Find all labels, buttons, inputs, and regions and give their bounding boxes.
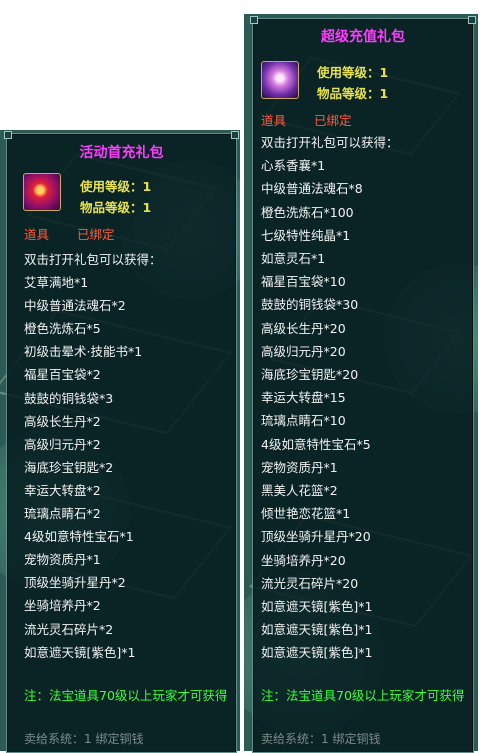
reward-item: 福星百宝袋*10 bbox=[261, 274, 346, 290]
reward-item: 流光灵石碎片*20 bbox=[261, 575, 359, 591]
reward-item: 艾草满地*1 bbox=[24, 275, 89, 291]
level-info: 使用等级：1 物品等级：1 bbox=[80, 176, 151, 218]
reward-item: 如意遮天镜[紫色]*1 bbox=[24, 644, 136, 660]
reward-item: 如意遮天镜[紫色]*1 bbox=[261, 599, 373, 615]
item-tags: 道具 已绑定 bbox=[24, 224, 143, 243]
reward-item: 如意灵石*1 bbox=[261, 251, 326, 267]
level-info: 使用等级：1 物品等级：1 bbox=[317, 62, 388, 104]
red-gift-box-icon bbox=[23, 173, 61, 211]
reward-intro: 双击打开礼包可以获得： bbox=[24, 252, 162, 267]
tooltip-title: 超级充值礼包 bbox=[321, 29, 405, 45]
reward-list: 双击打开礼包可以获得： 艾草满地*1 中级普通法魂石*2 橙色洗炼石*5 初级击… bbox=[24, 248, 162, 664]
use-level: 使用等级：1 bbox=[80, 179, 152, 194]
reward-item: 高级归元丹*2 bbox=[24, 436, 101, 452]
reward-item: 初级击晕术·技能书*1 bbox=[24, 344, 143, 360]
reward-item: 如意遮天镜[紫色]*1 bbox=[261, 645, 373, 661]
reward-item: 流光灵石碎片*2 bbox=[24, 621, 114, 637]
reward-item: 琉璃点睛石*2 bbox=[24, 506, 101, 522]
reward-item: 橙色洗炼石*100 bbox=[261, 204, 354, 220]
item-type-tag: 道具 bbox=[261, 113, 287, 128]
reward-item: 倾世艳恋花篮*1 bbox=[261, 506, 351, 522]
corner-ornament-icon bbox=[468, 16, 476, 24]
purple-gift-box-icon bbox=[261, 61, 299, 99]
corner-ornament-icon bbox=[250, 16, 258, 24]
reward-item: 高级长生丹*2 bbox=[24, 413, 101, 429]
corner-ornament-icon bbox=[4, 131, 12, 139]
bound-tag: 已绑定 bbox=[77, 227, 115, 242]
gift-pack-tooltip-first-charge: 活动首充礼包 使用等级：1 物品等级：1 道具 已绑定 双击打开礼包可以获得： 艾… bbox=[4, 131, 239, 753]
sell-price: 卖给系统：1 绑定铜钱 bbox=[261, 732, 381, 746]
item-level: 物品等级：1 bbox=[317, 86, 389, 101]
item-tags: 道具 已绑定 bbox=[261, 110, 380, 129]
reward-item: 心系香襄*1 bbox=[261, 158, 326, 174]
reward-item: 宠物资质丹*1 bbox=[24, 552, 101, 568]
sell-price: 卖给系统：1 绑定铜钱 bbox=[24, 732, 144, 746]
reward-item: 海底珍宝钥匙*20 bbox=[261, 367, 359, 383]
reward-item: 顶级坐骑升星丹*2 bbox=[24, 575, 126, 591]
reward-item: 七级特性纯晶*1 bbox=[261, 227, 351, 243]
reward-item: 4级如意特性宝石*1 bbox=[24, 529, 134, 545]
reward-item: 中级普通法魂石*8 bbox=[261, 181, 363, 197]
gift-pack-tooltip-super-recharge: 超级充值礼包 使用等级：1 物品等级：1 道具 已绑定 双击打开礼包可以获得： 心… bbox=[250, 16, 476, 753]
reward-item: 中级普通法魂石*2 bbox=[24, 298, 126, 314]
tooltip-title: 活动首充礼包 bbox=[79, 145, 164, 161]
reward-item: 坐骑培养丹*2 bbox=[24, 598, 101, 614]
reward-item: 幸运大转盘*2 bbox=[24, 482, 101, 498]
corner-ornament-icon bbox=[231, 131, 239, 139]
reward-item: 鼓鼓的铜钱袋*3 bbox=[24, 390, 114, 406]
reward-item: 宠物资质丹*1 bbox=[261, 459, 338, 475]
item-level: 物品等级：1 bbox=[80, 200, 152, 215]
use-level: 使用等级：1 bbox=[317, 65, 389, 80]
reward-item: 高级长生丹*20 bbox=[261, 320, 346, 336]
reward-item: 琉璃点睛石*10 bbox=[261, 413, 346, 429]
reward-list: 双击打开礼包可以获得： 心系香襄*1 中级普通法魂石*8 橙色洗炼石*100 七… bbox=[261, 131, 399, 665]
reward-item: 4级如意特性宝石*5 bbox=[261, 436, 371, 452]
reward-item: 高级归元丹*20 bbox=[261, 343, 346, 359]
reward-item: 如意遮天镜[紫色]*1 bbox=[261, 622, 373, 638]
reward-item: 坐骑培养丹*20 bbox=[261, 552, 346, 568]
reward-item: 鼓鼓的铜钱袋*30 bbox=[261, 297, 359, 313]
reward-intro: 双击打开礼包可以获得： bbox=[261, 135, 399, 150]
reward-item: 黑美人花篮*2 bbox=[261, 483, 338, 499]
item-type-tag: 道具 bbox=[24, 227, 50, 242]
reward-item: 顶级坐骑升星丹*20 bbox=[261, 529, 371, 545]
reward-item: 福星百宝袋*2 bbox=[24, 367, 101, 383]
reward-item: 海底珍宝钥匙*2 bbox=[24, 459, 114, 475]
bound-tag: 已绑定 bbox=[314, 113, 352, 128]
reward-item: 幸运大转盘*15 bbox=[261, 390, 346, 406]
level-requirement-note: 注：法宝道具70级以上玩家才可获得 bbox=[24, 688, 228, 703]
reward-item: 橙色洗炼石*5 bbox=[24, 321, 101, 337]
level-requirement-note: 注：法宝道具70级以上玩家才可获得 bbox=[261, 688, 465, 703]
